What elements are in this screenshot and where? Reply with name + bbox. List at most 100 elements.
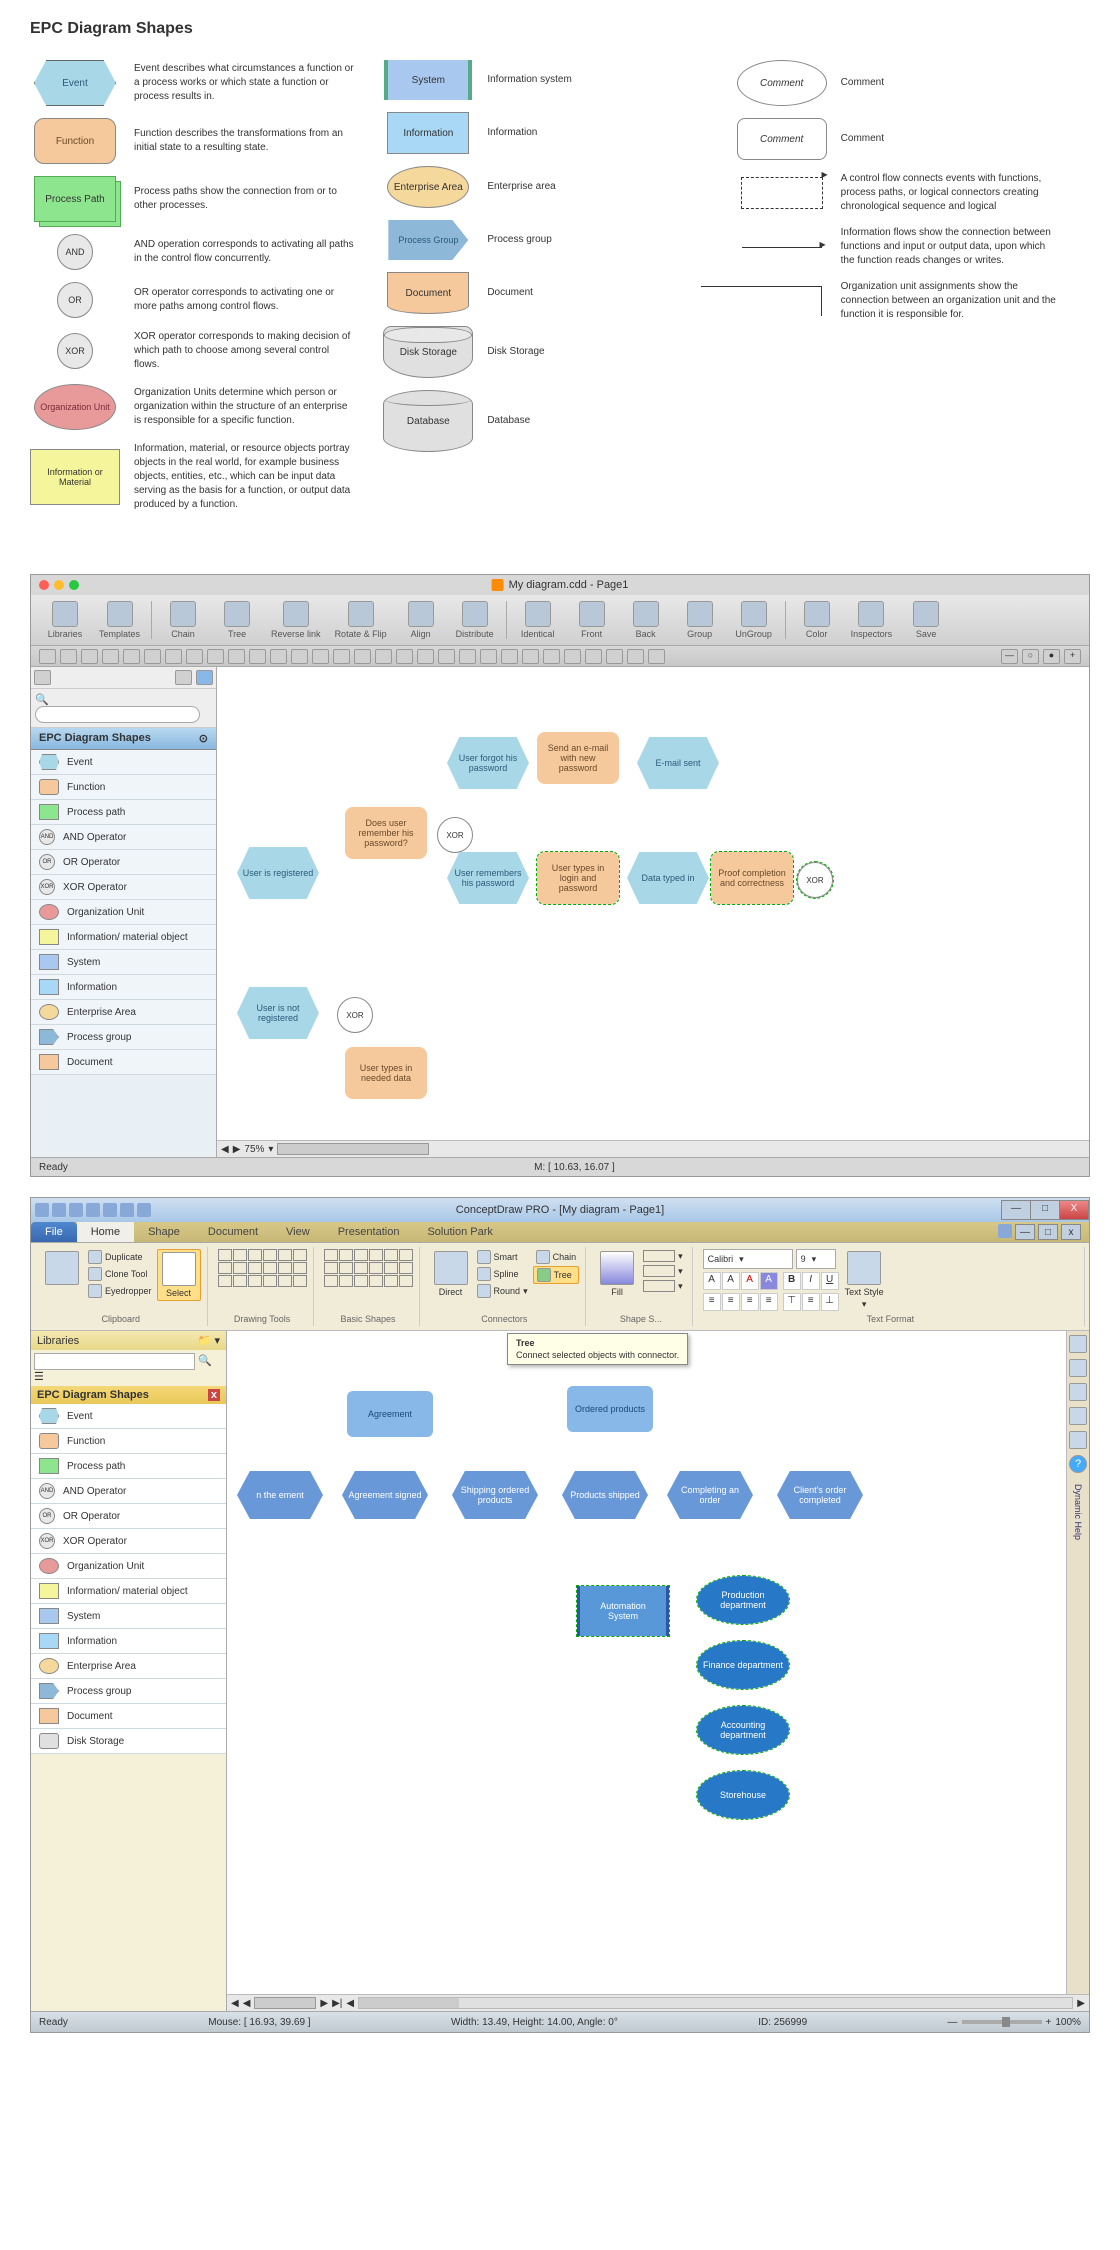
sidebar-item[interactable]: Event <box>31 750 216 775</box>
tool-icon[interactable] <box>270 649 287 664</box>
tool-icon[interactable] <box>165 649 182 664</box>
epc-header[interactable]: EPC Diagram Shapes x <box>31 1386 226 1404</box>
minimize-button[interactable]: — <box>1001 1200 1031 1220</box>
canvas-shape[interactable]: XOR <box>797 862 833 898</box>
view-icon[interactable] <box>34 670 51 685</box>
canvas-shape[interactable]: Finance department <box>697 1641 789 1689</box>
tab-home[interactable]: Home <box>77 1222 134 1242</box>
list-icon[interactable] <box>175 670 192 685</box>
sidebar-item[interactable]: Process group <box>31 1679 226 1704</box>
chain-button[interactable]: Chain <box>157 599 209 641</box>
sidebar-item[interactable]: Organization Unit <box>31 900 216 925</box>
canvas-shape[interactable]: Agreement <box>347 1391 433 1437</box>
canvas-shape[interactable]: Agreement signed <box>342 1471 428 1519</box>
canvas-shape[interactable]: E-mail sent <box>637 737 719 789</box>
sidebar-item[interactable]: Process path <box>31 1454 226 1479</box>
tool-icon[interactable] <box>144 649 161 664</box>
canvas-shape[interactable]: Does user remember his password? <box>345 807 427 859</box>
sidebar-item[interactable]: OROR Operator <box>31 850 216 875</box>
sidebar-item[interactable]: Document <box>31 1704 226 1729</box>
tool-icon[interactable] <box>123 649 140 664</box>
text-style-button[interactable]: Text Style ▾ <box>841 1249 888 1312</box>
valign-top[interactable]: ⊤ <box>783 1293 801 1311</box>
win-canvas[interactable]: Tree Connect selected objects with conne… <box>227 1331 1089 2011</box>
canvas-shape[interactable]: Production department <box>697 1576 789 1624</box>
qat-icon[interactable] <box>35 1203 49 1217</box>
underline-button[interactable]: U <box>821 1272 839 1290</box>
search-input[interactable] <box>35 706 200 723</box>
tool-icon[interactable] <box>291 649 308 664</box>
tool-icon[interactable] <box>186 649 203 664</box>
shrink-font[interactable]: A <box>722 1272 740 1290</box>
canvas-shape[interactable]: Storehouse <box>697 1771 789 1819</box>
templates-button[interactable]: Templates <box>93 599 146 641</box>
libraries-header[interactable]: Libraries 📁 ▾ <box>31 1331 226 1350</box>
help-icon[interactable] <box>998 1224 1012 1238</box>
tool-icon[interactable] <box>228 649 245 664</box>
libraries-button[interactable]: Libraries <box>39 599 91 641</box>
mac-canvas[interactable]: ◀▶ 75% ▾ User is registeredDoes user rem… <box>217 667 1089 1157</box>
reverse link-button[interactable]: Reverse link <box>265 599 327 641</box>
tab-shape[interactable]: Shape <box>134 1222 194 1242</box>
valign-bot[interactable]: ⊥ <box>821 1293 839 1311</box>
tab-document[interactable]: Document <box>194 1222 272 1242</box>
tool-icon[interactable] <box>564 649 581 664</box>
tool-icon[interactable] <box>606 649 623 664</box>
mdi-max[interactable]: □ <box>1038 1224 1058 1240</box>
zoom-button[interactable] <box>69 580 79 590</box>
canvas-shape[interactable]: Proof completion and correctness <box>711 852 793 904</box>
distribute-button[interactable]: Distribute <box>449 599 501 641</box>
tool-icon[interactable] <box>522 649 539 664</box>
rt-icon[interactable] <box>1069 1431 1087 1449</box>
shapes-grid[interactable] <box>324 1249 413 1287</box>
direct-button[interactable]: Direct <box>430 1249 472 1299</box>
tool-icon[interactable] <box>585 649 602 664</box>
canvas-shape[interactable]: Accounting department <box>697 1706 789 1754</box>
qat-icon[interactable] <box>103 1203 117 1217</box>
tool-icon[interactable] <box>375 649 392 664</box>
tree-button[interactable]: Tree <box>211 599 263 641</box>
color-font[interactable]: A <box>741 1272 759 1290</box>
grow-font[interactable]: A <box>703 1272 721 1290</box>
sidebar-item[interactable]: Disk Storage <box>31 1729 226 1754</box>
inspectors-button[interactable]: Inspectors <box>845 599 899 641</box>
sidebar-item[interactable]: Document <box>31 1050 216 1075</box>
sidebar-item[interactable]: System <box>31 950 216 975</box>
bold-button[interactable]: B <box>783 1272 801 1290</box>
tab-solution park[interactable]: Solution Park <box>413 1222 506 1242</box>
style-opt[interactable]: ▾ <box>640 1264 686 1278</box>
canvas-shape[interactable]: Send an e-mail with new password <box>537 732 619 784</box>
qat-icon[interactable] <box>120 1203 134 1217</box>
maximize-button[interactable]: □ <box>1030 1200 1060 1220</box>
canvas-shape[interactable]: User is not registered <box>237 987 319 1039</box>
sidebar-item[interactable]: XORXOR Operator <box>31 1529 226 1554</box>
canvas-shape[interactable]: Completing an order <box>667 1471 753 1519</box>
canvas-shape[interactable]: Automation System <box>577 1586 669 1636</box>
canvas-shape[interactable]: User types in login and password <box>537 852 619 904</box>
fill-button[interactable]: Fill <box>596 1249 638 1299</box>
canvas-shape[interactable]: Client's order completed <box>777 1471 863 1519</box>
group-button[interactable]: Group <box>674 599 726 641</box>
close-icon[interactable]: x <box>208 1389 220 1401</box>
sidebar-item[interactable]: Organization Unit <box>31 1554 226 1579</box>
drawing-grid[interactable] <box>218 1249 307 1287</box>
round-button[interactable]: Round ▾ <box>474 1283 531 1299</box>
canvas-shape[interactable]: XOR <box>437 817 473 853</box>
save-button[interactable]: Save <box>900 599 952 641</box>
close-button[interactable]: X <box>1059 1200 1089 1220</box>
tool-icon[interactable] <box>333 649 350 664</box>
smart-button[interactable]: Smart <box>474 1249 531 1265</box>
canvas-shape[interactable]: Shipping ordered products <box>452 1471 538 1519</box>
rt-icon[interactable] <box>1069 1359 1087 1377</box>
size-combo[interactable]: 9▾ <box>796 1249 836 1269</box>
tool-icon[interactable] <box>207 649 224 664</box>
tool-icon[interactable] <box>417 649 434 664</box>
file-tab[interactable]: File <box>31 1222 77 1242</box>
tool-icon[interactable] <box>648 649 665 664</box>
align-left[interactable]: ≡ <box>703 1293 721 1311</box>
align-button[interactable]: Align <box>395 599 447 641</box>
valign-mid[interactable]: ≡ <box>802 1293 820 1311</box>
sidebar-header[interactable]: EPC Diagram Shapes ⊙ <box>31 728 216 750</box>
minimize-button[interactable] <box>54 580 64 590</box>
sidebar-item[interactable]: Information/ material object <box>31 1579 226 1604</box>
